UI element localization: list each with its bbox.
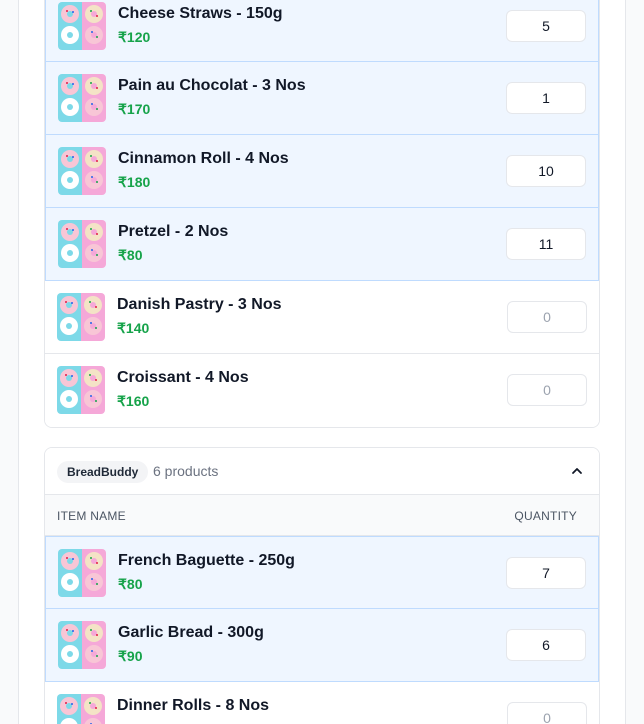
quantity-input[interactable]	[507, 374, 587, 406]
product-thumbnail	[57, 366, 105, 414]
table-row: French Baguette - 250g ₹80	[45, 536, 599, 609]
product-thumbnail	[58, 147, 106, 195]
quantity-input[interactable]	[507, 702, 587, 724]
donut-thumbnail-icon	[57, 694, 105, 724]
product-thumbnail	[57, 694, 105, 724]
product-price: ₹80	[118, 247, 143, 263]
product-count: 6 products	[153, 463, 219, 479]
product-name: Cinnamon Roll - 4 Nos	[118, 150, 289, 167]
table-row: Cinnamon Roll - 4 Nos ₹180	[45, 135, 599, 208]
donut-thumbnail-icon	[58, 621, 106, 669]
table-row: Dinner Rolls - 8 Nos	[45, 682, 599, 724]
product-thumbnail	[58, 621, 106, 669]
collapse-button[interactable]	[567, 461, 587, 481]
table-row: Garlic Bread - 300g ₹90	[45, 609, 599, 682]
quantity-input[interactable]	[506, 82, 586, 114]
chevron-up-icon	[572, 468, 582, 474]
product-price: ₹120	[118, 29, 151, 45]
table-row: Danish Pastry - 3 Nos ₹140	[45, 281, 599, 354]
donut-thumbnail-icon	[58, 147, 106, 195]
product-thumbnail	[58, 220, 106, 268]
quantity-input[interactable]	[507, 301, 587, 333]
quantity-input[interactable]	[506, 10, 586, 42]
product-thumbnail	[58, 74, 106, 122]
product-price: ₹90	[118, 648, 143, 664]
quantity-input[interactable]	[506, 228, 586, 260]
donut-thumbnail-icon	[58, 74, 106, 122]
product-price: ₹160	[117, 393, 150, 409]
previous-vendor-group: Cheese Straws - 150g ₹120 Pain au Chocol…	[44, 0, 600, 428]
quantity-input[interactable]	[506, 629, 586, 661]
vendor-group-header[interactable]: BreadBuddy 6 products	[45, 448, 599, 495]
table-row: Pretzel - 2 Nos ₹80	[45, 208, 599, 281]
vendor-group-breadbuddy: BreadBuddy 6 products ITEM NAME QUANTITY…	[44, 447, 600, 724]
quantity-input[interactable]	[506, 557, 586, 589]
product-thumbnail	[58, 2, 106, 50]
product-name: Cheese Straws - 150g	[118, 5, 283, 22]
donut-thumbnail-icon	[58, 220, 106, 268]
donut-thumbnail-icon	[58, 2, 106, 50]
table-row: Cheese Straws - 150g ₹120	[45, 0, 599, 62]
product-name: Dinner Rolls - 8 Nos	[117, 697, 270, 714]
product-thumbnail	[57, 293, 105, 341]
donut-thumbnail-icon	[57, 366, 105, 414]
product-name: Pain au Chocolat - 3 Nos	[118, 77, 306, 94]
table-row: Croissant - 4 Nos ₹160	[45, 354, 599, 427]
product-price: ₹180	[118, 174, 151, 190]
donut-thumbnail-icon	[57, 293, 105, 341]
product-name: Pretzel - 2 Nos	[118, 223, 229, 240]
table-row: Pain au Chocolat - 3 Nos ₹170	[45, 62, 599, 135]
product-name: Danish Pastry - 3 Nos	[117, 296, 282, 313]
table-header: ITEM NAME QUANTITY	[45, 495, 599, 536]
column-header-item-name: ITEM NAME	[57, 509, 126, 523]
vendor-badge: BreadBuddy	[57, 461, 149, 483]
donut-thumbnail-icon	[58, 549, 106, 597]
product-thumbnail	[58, 549, 106, 597]
product-price: ₹140	[117, 320, 150, 336]
product-name: Croissant - 4 Nos	[117, 369, 249, 386]
quantity-input[interactable]	[506, 155, 586, 187]
product-price: ₹80	[118, 576, 143, 592]
product-price: ₹170	[118, 101, 151, 117]
product-name: French Baguette - 250g	[118, 552, 295, 569]
column-header-quantity: QUANTITY	[514, 509, 577, 523]
product-name: Garlic Bread - 300g	[118, 624, 264, 641]
